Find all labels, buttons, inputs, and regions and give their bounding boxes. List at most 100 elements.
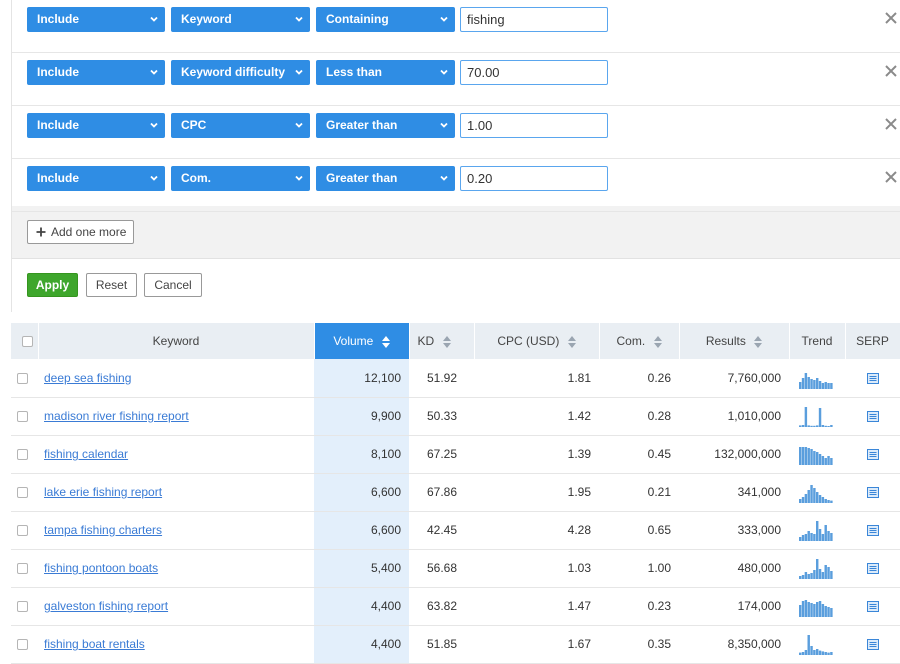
serp-icon[interactable] [866, 639, 879, 651]
volume-cell: 5,400 [314, 549, 409, 588]
trend-bar [816, 602, 819, 617]
com-cell: 0.26 [599, 359, 679, 398]
row-checkbox[interactable] [17, 373, 28, 385]
close-icon[interactable] [883, 63, 899, 79]
serp-icon[interactable] [866, 411, 879, 423]
trend-header-label: Trend [801, 334, 833, 348]
com-cell: 1.00 [599, 549, 679, 588]
keyword-link[interactable]: galveston fishing report [44, 599, 168, 613]
trend-bar [807, 635, 810, 655]
com-column-header[interactable]: Com. [599, 323, 680, 359]
field-dropdown[interactable]: Keyword difficulty [171, 60, 310, 85]
keyword-column-header[interactable]: Keyword [38, 323, 315, 359]
serp-icon[interactable] [866, 373, 879, 385]
trend-bar [816, 377, 819, 389]
include-dropdown[interactable]: Include [27, 7, 165, 32]
trend-bar [821, 534, 825, 541]
close-icon[interactable] [883, 116, 899, 132]
field-dropdown[interactable]: Com. [171, 166, 310, 191]
results-cell: 333,000 [679, 511, 789, 550]
keyword-link[interactable]: deep sea fishing [44, 371, 131, 385]
serp-icon[interactable] [866, 601, 879, 613]
include-dropdown[interactable]: Include [27, 60, 165, 85]
row-checkbox[interactable] [17, 487, 28, 499]
serp-icon[interactable] [866, 487, 879, 499]
keyword-cell: galveston fishing report [38, 587, 314, 626]
trend-bar [807, 448, 810, 465]
trend-cell [789, 587, 845, 626]
row-checkbox[interactable] [17, 525, 28, 537]
operator-dropdown-label: Less than [326, 65, 383, 79]
chevron-down-icon [295, 122, 303, 128]
serp-icon[interactable] [866, 525, 879, 537]
trend-bar [827, 567, 830, 579]
trend-bar [799, 576, 802, 579]
trend-sparkline [799, 521, 833, 541]
cpc-cell: 4.28 [474, 511, 599, 550]
cpc-cell: 1.67 [474, 625, 599, 664]
keyword-link[interactable]: lake erie fishing report [44, 485, 162, 499]
reset-button[interactable]: Reset [86, 273, 137, 297]
filter-value-input[interactable] [460, 7, 608, 32]
keyword-link[interactable]: fishing pontoon boats [44, 561, 158, 575]
operator-dropdown-label: Greater than [326, 118, 398, 132]
trend-bar [816, 559, 819, 579]
include-dropdown-label: Include [37, 12, 80, 26]
cpc-column-header[interactable]: CPC (USD) [474, 323, 600, 359]
table-header-row: Keyword Volume KD CPC (USD) Com. Results… [11, 323, 900, 359]
sort-icon [567, 335, 576, 348]
close-icon[interactable] [883, 10, 899, 26]
field-dropdown[interactable]: Keyword [171, 7, 310, 32]
serp-icon[interactable] [866, 563, 879, 575]
volume-column-header[interactable]: Volume [314, 323, 410, 359]
operator-dropdown[interactable]: Greater than [316, 166, 455, 191]
results-column-header[interactable]: Results [679, 323, 790, 359]
operator-dropdown[interactable]: Containing [316, 7, 455, 32]
keyword-cell: fishing boat rentals [38, 625, 314, 664]
apply-button[interactable]: Apply [27, 273, 78, 297]
chevron-down-icon [295, 16, 303, 22]
filter-value-input[interactable] [460, 60, 608, 85]
trend-bar [799, 381, 802, 389]
results-cell: 1,010,000 [679, 397, 789, 436]
row-checkbox[interactable] [17, 411, 28, 423]
cpc-cell: 1.39 [474, 435, 599, 474]
cancel-button[interactable]: Cancel [144, 273, 202, 297]
trend-bar [824, 458, 827, 465]
include-dropdown[interactable]: Include [27, 166, 165, 191]
kd-cell: 42.45 [409, 511, 474, 550]
close-icon[interactable] [883, 169, 899, 185]
trend-cell [789, 473, 845, 512]
row-checkbox[interactable] [17, 601, 28, 613]
add-one-more-button[interactable]: Add one more [27, 220, 134, 244]
chevron-down-icon [295, 69, 303, 75]
filter-value-input[interactable] [460, 166, 608, 191]
trend-cell [789, 511, 845, 550]
row-checkbox[interactable] [17, 639, 28, 651]
trend-bar [824, 652, 827, 655]
row-checkbox[interactable] [17, 563, 28, 575]
keyword-cell: deep sea fishing [38, 359, 314, 398]
keyword-link[interactable]: madison river fishing report [44, 409, 189, 423]
row-select-cell [11, 511, 38, 550]
kd-column-header[interactable]: KD [409, 323, 475, 359]
keyword-link[interactable]: tampa fishing charters [44, 523, 162, 537]
trend-sparkline [799, 600, 833, 617]
keyword-link[interactable]: fishing calendar [44, 447, 128, 461]
operator-dropdown[interactable]: Greater than [316, 113, 455, 138]
include-dropdown[interactable]: Include [27, 113, 165, 138]
field-dropdown[interactable]: CPC [171, 113, 310, 138]
operator-dropdown[interactable]: Less than [316, 60, 455, 85]
select-all-checkbox[interactable] [21, 336, 33, 348]
keyword-cell: madison river fishing report [38, 397, 314, 436]
row-select-cell [11, 587, 38, 626]
filter-actions: Apply Reset Cancel [12, 259, 900, 312]
row-checkbox[interactable] [17, 449, 28, 461]
keyword-cell: lake erie fishing report [38, 473, 314, 512]
trend-bar [827, 382, 830, 389]
filter-value-input[interactable] [460, 113, 608, 138]
results-header-label: Results [705, 334, 746, 348]
trend-bar [807, 574, 810, 579]
keyword-link[interactable]: fishing boat rentals [44, 637, 145, 651]
serp-icon[interactable] [866, 449, 879, 461]
